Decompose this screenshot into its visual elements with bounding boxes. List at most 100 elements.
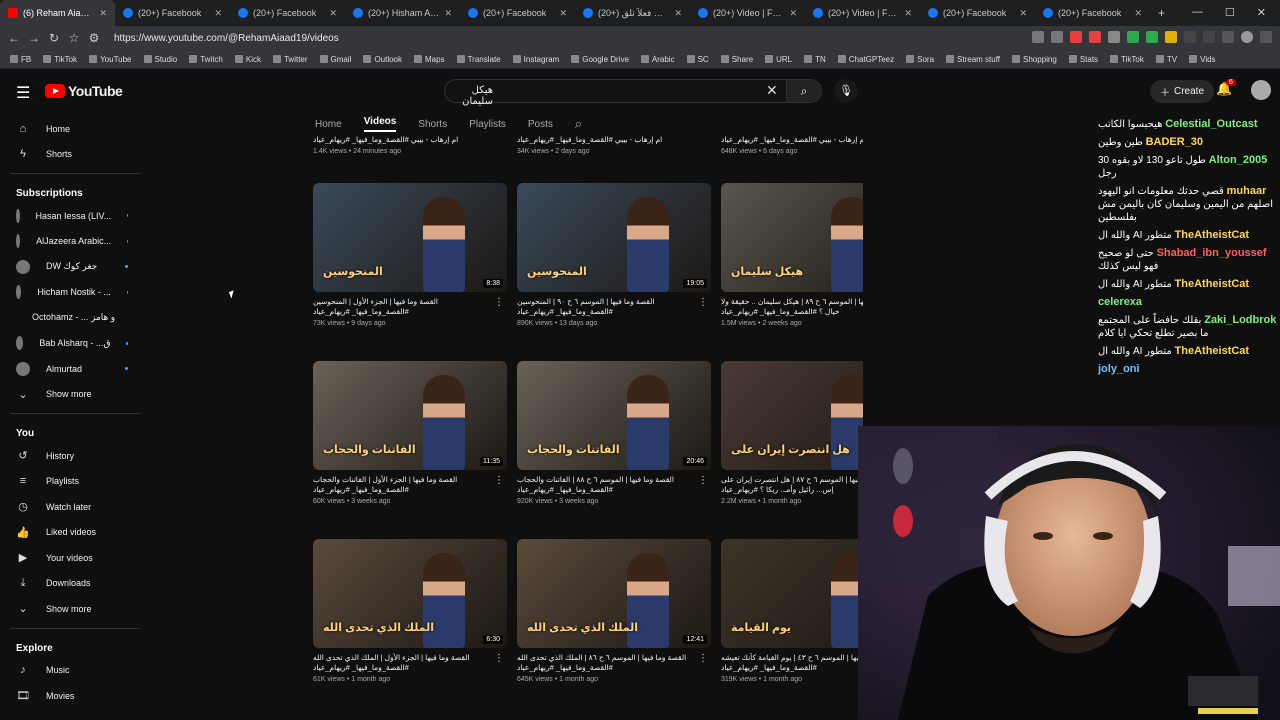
sidebar-item[interactable]: Octohamz - ... و هامز (0, 305, 150, 331)
video-title[interactable]: القصة وما فيها | الجزء الأول | المنحوسين… (313, 297, 507, 317)
sidebar-item[interactable]: ↺ History (0, 443, 150, 469)
video-card[interactable]: الملك الذي تحدى الله 6:30 القصة وما فيها |… (313, 539, 507, 683)
video-card[interactable]: المنحوسين 8:38 القصة وما فيها | الجزء الأو… (313, 183, 507, 327)
bookmark-item[interactable]: SC (686, 55, 709, 64)
close-tab-icon[interactable]: ✕ (329, 8, 337, 19)
forward-icon[interactable]: → (24, 31, 44, 45)
browser-tab[interactable]: (6) Reham Aiaad - Y ✕ (0, 0, 115, 26)
tab-playlists[interactable]: Playlists (469, 119, 506, 130)
bookmark-item[interactable]: TV (1155, 55, 1177, 64)
sidebar-item[interactable]: ◷ Watch later (0, 494, 150, 520)
close-tab-icon[interactable]: ✕ (789, 8, 797, 19)
close-tab-icon[interactable]: ✕ (99, 8, 107, 19)
close-tab-icon[interactable]: ✕ (904, 8, 912, 19)
bookmark-item[interactable]: TN (804, 55, 826, 64)
profile-icon[interactable] (1241, 31, 1253, 43)
bookmark-item[interactable]: Kick (234, 55, 261, 64)
create-button[interactable]: ＋ Create (1150, 80, 1215, 103)
video-title[interactable]: القصة وما فيها | الجزء الأول | الفاتنات … (313, 475, 507, 495)
sidebar-item[interactable]: ≡ Playlists (0, 469, 150, 495)
browser-tab[interactable]: (20+) Facebook ✕ (460, 0, 575, 26)
video-thumbnail[interactable]: المنحوسين 8:38 (313, 183, 507, 292)
video-card[interactable]: المنحوسين 19:05 القصة وما فيها | الموسم ٦ … (517, 183, 711, 327)
browser-tab[interactable]: (20+) Facebook ✕ (1035, 0, 1150, 26)
close-window-icon[interactable]: ✕ (1257, 6, 1266, 19)
extension-icon[interactable] (1070, 31, 1082, 43)
close-tab-icon[interactable]: ✕ (214, 8, 222, 19)
video-card[interactable]: هل انتصرت إيران على القصة وما فيها | المو… (721, 361, 863, 505)
bookmark-item[interactable]: Shopping (1012, 55, 1057, 64)
reload-icon[interactable]: ↻ (44, 31, 64, 45)
bookmark-item[interactable]: TikTok (43, 55, 77, 64)
extension-icon[interactable] (1089, 31, 1101, 43)
video-card[interactable]: ام إرهاب - بيبي #القصة_وما_فيها_ #ريهام_… (721, 135, 863, 155)
bookmark-item[interactable]: Arabic (640, 55, 675, 64)
extension-icon[interactable] (1032, 31, 1044, 43)
more-options-icon[interactable]: ⋮ (494, 475, 504, 486)
account-avatar[interactable] (1251, 80, 1271, 100)
bookmark-item[interactable]: Instagram (512, 55, 559, 64)
minimize-icon[interactable]: — (1192, 6, 1203, 19)
extension-icon[interactable] (1146, 31, 1158, 43)
extension-icon[interactable] (1165, 31, 1177, 43)
youtube-logo[interactable]: YouTube (45, 83, 123, 99)
more-options-icon[interactable]: ⋮ (494, 297, 504, 308)
menu-icon[interactable] (1260, 31, 1272, 43)
search-input[interactable]: هيكل سليمان (444, 79, 794, 107)
more-options-icon[interactable]: ⋮ (698, 297, 708, 308)
video-title[interactable]: القصة وما فيها | الجزء الأول | الملك الذ… (313, 653, 507, 673)
bookmark-item[interactable]: Gmail (319, 55, 351, 64)
sidebar-item[interactable]: 👍 Liked videos (0, 520, 150, 546)
sidebar-item[interactable]: ⌂ Home (0, 116, 150, 142)
tab-shorts[interactable]: Shorts (418, 119, 447, 130)
browser-tab[interactable]: (20+) Hisham Adam - ... ✕ (345, 0, 460, 26)
sidebar-item[interactable]: Almurtad (0, 356, 150, 382)
bookmark-item[interactable]: Studio (143, 55, 177, 64)
back-icon[interactable]: ← (4, 31, 24, 45)
browser-tab[interactable]: (20+) Video | Facebook ✕ (690, 0, 805, 26)
you-heading[interactable]: You (0, 420, 150, 443)
close-tab-icon[interactable]: ✕ (1019, 8, 1027, 19)
video-title[interactable]: القصة وما فيها | الموسم ٦ ح ٨٦ | الملك ا… (517, 653, 711, 673)
video-thumbnail[interactable]: هل انتصرت إيران على (721, 361, 863, 470)
extension-icon[interactable] (1203, 31, 1215, 43)
sidebar-item[interactable]: ⤓ Downloads (0, 571, 150, 597)
search-channel-icon[interactable]: ⌕ (575, 116, 582, 132)
bookmark-item[interactable]: Vids (1189, 55, 1216, 64)
voice-search-button[interactable]: 🎙 (834, 79, 858, 103)
more-options-icon[interactable]: ⋮ (698, 653, 708, 664)
sidebar-item[interactable]: ϟ Shorts (0, 142, 150, 168)
sidebar-item[interactable]: Hasan Iessa (LIV... (0, 203, 150, 229)
video-card[interactable]: ام إرهاب - بيبي #القصة_وما_فيها_ #ريهام_… (517, 135, 711, 155)
video-title[interactable]: ام إرهاب - بيبي #القصة_وما_فيها_ #ريهام_… (313, 135, 507, 145)
clear-search-icon[interactable]: ✕ (766, 82, 778, 99)
tab-posts[interactable]: Posts (528, 119, 553, 130)
bookmark-item[interactable]: Twitter (272, 55, 308, 64)
video-title[interactable]: ام إرهاب - بيبي #القصة_وما_فيها_ #ريهام_… (721, 135, 863, 145)
browser-tab[interactable]: (20+) Facebook ✕ (115, 0, 230, 26)
bookmark-item[interactable]: Outlook (363, 55, 402, 64)
video-title[interactable]: القصة وما فيها | الموسم ٦ ح ٨٩ | هيكل سل… (721, 297, 863, 317)
extension-icon[interactable] (1051, 31, 1063, 43)
bookmark-item[interactable]: FB (10, 55, 31, 64)
video-title[interactable]: القصة وما فيها | الموسم ٦ ح ٤٣ | يوم الق… (721, 653, 863, 673)
maximize-icon[interactable]: ☐ (1225, 6, 1235, 19)
bookmark-item[interactable]: Google Drive (571, 55, 629, 64)
extension-icon[interactable] (1127, 31, 1139, 43)
video-thumbnail[interactable]: الملك الذي تحدى الله 6:30 (313, 539, 507, 648)
sidebar-item[interactable]: Bab Alsharq - ...ق (0, 331, 150, 357)
url-field[interactable]: https://www.youtube.com/@RehamAiaad19/vi… (114, 33, 339, 44)
video-thumbnail[interactable]: المنحوسين 19:05 (517, 183, 711, 292)
video-title[interactable]: القصة وما فيها | الموسم ٦ ح ٩٠ | المنحوس… (517, 297, 711, 317)
bookmark-item[interactable]: URL (765, 55, 792, 64)
video-card[interactable]: يوم القيامة القصة وما فيها | الموسم ٦ ح ٤… (721, 539, 863, 683)
bookmark-item[interactable]: TikTok (1110, 55, 1144, 64)
sidebar-item[interactable]: 🎞 Movies (0, 683, 150, 709)
sidebar-item[interactable]: ▶ Your videos (0, 545, 150, 571)
bookmark-item[interactable]: Stream stuff (946, 55, 1000, 64)
bookmark-icon[interactable]: ☆ (64, 31, 84, 45)
video-thumbnail[interactable]: هيكل سليمان17:29 (721, 183, 863, 292)
bookmark-item[interactable]: Share (720, 55, 753, 64)
browser-tab[interactable]: (20+) Facebook ✕ (230, 0, 345, 26)
sidebar-item[interactable]: AlJazeera Arabic... (0, 229, 150, 255)
